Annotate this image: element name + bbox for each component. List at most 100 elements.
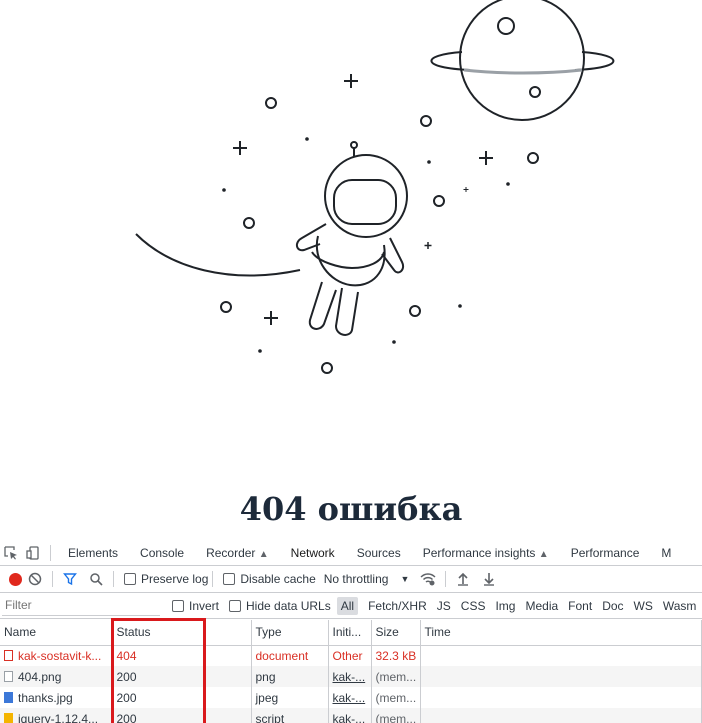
filter-type-ws[interactable]: WS [630, 597, 657, 615]
search-icon[interactable] [83, 572, 109, 586]
column-header-name[interactable]: Name [0, 620, 113, 646]
filter-type-wasm[interactable]: Wasm [659, 597, 701, 615]
request-status: 404 [112, 645, 252, 666]
request-initiator[interactable]: kak-... [328, 708, 372, 723]
column-header-initiator[interactable]: Initi... [328, 620, 372, 646]
request-name: kak-sostavit-k... [0, 645, 113, 666]
table-row[interactable]: 404.png 200 png kak-... (mem... [0, 666, 702, 687]
request-initiator[interactable]: kak-... [328, 687, 372, 708]
devtools-panel: Elements Console Recorder ▲ Network Sour… [0, 540, 702, 723]
checkbox-box[interactable] [172, 599, 184, 612]
checkbox-box[interactable] [229, 599, 242, 612]
device-toolbar-icon[interactable] [22, 542, 44, 564]
error-page: 404 ошибка [0, 0, 702, 540]
request-name: jquery-1.12.4... [0, 708, 113, 723]
table-header-row: Name Status Type Initi... Size Time [0, 620, 702, 646]
tab-console[interactable]: Console [129, 540, 195, 565]
checkbox-label: Preserve log [141, 572, 209, 586]
checkbox-label: Disable cache [240, 572, 316, 586]
request-name: thanks.jpg [0, 687, 113, 708]
table-row[interactable]: kak-sostavit-k... 404 document Other 32.… [0, 645, 702, 666]
record-icon[interactable] [9, 572, 22, 586]
request-size: (mem... [371, 687, 421, 708]
request-initiator: Other [328, 645, 372, 666]
chevron-down-icon: ▼ [400, 574, 410, 584]
table-row[interactable]: jquery-1.12.4... 200 script kak-... (mem… [0, 708, 702, 723]
page-title: 404 ошибка [239, 490, 463, 528]
request-status: 200 [112, 708, 252, 723]
column-header-status[interactable]: Status [112, 620, 252, 646]
export-har-icon[interactable] [476, 572, 502, 586]
filter-type-media[interactable]: Media [521, 597, 562, 615]
request-name-text: jquery-1.12.4... [18, 711, 99, 723]
request-name-text: 404.png [18, 669, 62, 684]
network-requests-table: Name Status Type Initi... Size Time kak-… [0, 620, 702, 723]
divider [50, 544, 51, 561]
initiator-link[interactable]: kak-... [333, 712, 366, 723]
tab-performance-insights[interactable]: Performance insights ▲ [412, 540, 560, 565]
network-conditions-icon[interactable] [415, 572, 441, 586]
request-time [420, 687, 702, 708]
tab-network[interactable]: Network [279, 540, 346, 565]
astronaut-illustration [135, 0, 615, 374]
devtools-tabbar: Elements Console Recorder ▲ Network Sour… [0, 540, 702, 566]
tab-performance[interactable]: Performance [560, 540, 651, 565]
preserve-log-checkbox[interactable]: Preserve log [124, 572, 208, 586]
request-type: script [251, 708, 329, 723]
initiator-link[interactable]: kak-... [333, 691, 366, 705]
tab-more[interactable]: M [650, 540, 682, 565]
divider [445, 571, 447, 587]
filter-type-css[interactable]: CSS [457, 597, 490, 615]
hide-data-urls-checkbox[interactable]: Hide data URLs [229, 599, 331, 613]
disable-cache-checkbox[interactable]: Disable cache [223, 572, 316, 586]
network-toolbar: Preserve log Disable cache No throttling… [0, 566, 702, 593]
image-file-icon [4, 691, 13, 703]
checkbox-box[interactable] [223, 573, 236, 585]
request-time [420, 666, 702, 687]
filter-type-fetch-xhr[interactable]: Fetch/XHR [364, 597, 431, 615]
filter-type-img[interactable]: Img [491, 597, 519, 615]
request-time [420, 708, 702, 723]
divider [52, 571, 53, 587]
filter-type-js[interactable]: JS [433, 597, 455, 615]
initiator-link[interactable]: kak-... [333, 670, 366, 684]
request-size: (mem... [371, 666, 421, 687]
request-status: 200 [112, 666, 252, 687]
table-row[interactable]: thanks.jpg 200 jpeg kak-... (mem... [0, 687, 702, 708]
request-type: png [251, 666, 329, 687]
tab-label: Performance insights [422, 545, 536, 560]
request-size: (mem... [371, 708, 421, 723]
inspect-element-icon[interactable] [0, 542, 22, 564]
filter-bar: Invert Hide data URLs All Fetch/XHR JS C… [0, 593, 702, 619]
checkbox-box[interactable] [124, 573, 136, 585]
throttling-select[interactable]: No throttling ▼ [324, 572, 410, 586]
checkbox-label: Invert [189, 598, 220, 613]
invert-checkbox[interactable]: Invert [172, 599, 219, 613]
tab-label: Recorder [206, 545, 256, 560]
request-time [420, 645, 702, 666]
request-name: 404.png [0, 666, 113, 687]
filter-type-all[interactable]: All [336, 596, 359, 615]
column-header-time[interactable]: Time [420, 620, 702, 646]
flask-icon: ▲ [258, 548, 269, 560]
request-type: document [251, 645, 329, 666]
request-initiator[interactable]: kak-... [328, 666, 372, 687]
divider [212, 571, 214, 587]
flask-icon: ▲ [538, 548, 549, 560]
column-header-size[interactable]: Size [371, 620, 421, 646]
document-icon [4, 649, 13, 661]
column-header-type[interactable]: Type [251, 620, 329, 646]
tab-elements[interactable]: Elements [57, 540, 129, 565]
tab-recorder[interactable]: Recorder ▲ [195, 540, 280, 565]
request-name-text: kak-sostavit-k... [18, 648, 102, 663]
filter-type-doc[interactable]: Doc [598, 597, 627, 615]
request-size: 32.3 kB [371, 645, 421, 666]
request-type: jpeg [251, 687, 329, 708]
clear-icon[interactable] [22, 572, 48, 586]
filter-input[interactable] [2, 595, 160, 616]
filter-icon[interactable] [57, 572, 83, 586]
import-har-icon[interactable] [450, 572, 476, 586]
tab-sources[interactable]: Sources [346, 540, 412, 565]
script-file-icon [4, 712, 13, 723]
filter-type-font[interactable]: Font [564, 597, 596, 615]
